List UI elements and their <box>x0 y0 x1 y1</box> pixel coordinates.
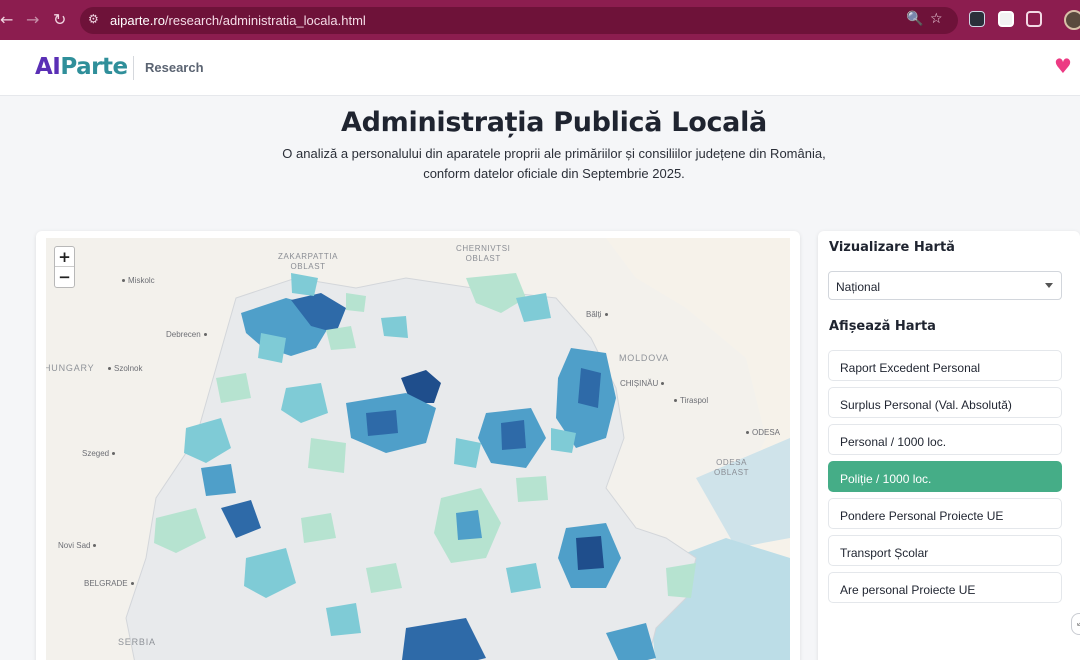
map-label: MOLDOVA <box>619 353 669 363</box>
chevron-down-icon <box>1045 283 1053 288</box>
map-label: ODESA <box>746 428 780 438</box>
map-label: Debrecen <box>166 330 207 340</box>
page-subtitle: O analiză a personalului din aparatele p… <box>282 146 826 181</box>
zoom-out-button[interactable]: − <box>55 267 74 287</box>
header-divider <box>133 56 134 80</box>
map-label: Tiraspol <box>674 396 708 406</box>
profile-avatar[interactable] <box>1064 10 1080 30</box>
viz-select[interactable]: Național <box>828 271 1062 300</box>
viz-heading: Vizualizare Hartă <box>829 240 955 255</box>
map-option-raport-excedent[interactable]: Raport Excedent Personal <box>828 350 1062 381</box>
forward-icon[interactable]: → <box>26 10 39 30</box>
map-label: CHERNIVTSI OBLAST <box>456 244 511 263</box>
map-label: CHIȘINĂU <box>620 379 664 389</box>
map-label: Bălți <box>586 310 608 320</box>
map-canvas <box>46 238 790 660</box>
reload-icon[interactable]: ↻ <box>53 10 66 30</box>
back-icon[interactable]: ← <box>0 10 13 30</box>
map-label: ODESA OBLAST <box>714 458 750 477</box>
bookmark-star-icon[interactable]: ☆ <box>930 11 943 27</box>
zoom-in-button[interactable]: + <box>55 247 74 267</box>
site-settings-icon[interactable]: ⚙ <box>88 12 99 26</box>
zoom-icon[interactable]: 🔍 <box>906 11 923 27</box>
map-label: HUNGARY <box>46 363 95 373</box>
extension-icon[interactable] <box>998 11 1014 27</box>
show-map-heading: Afișează Harta <box>829 319 936 334</box>
choropleth-map[interactable]: + − ZAKARPATTIA OBLAST CHERNIVTSI OBLAST… <box>46 238 790 660</box>
map-option-transport-scolar[interactable]: Transport Școlar <box>828 535 1062 566</box>
map-label: Miskolc <box>122 276 155 286</box>
browser-toolbar: ← → ↻ ⚙ aiparte.ro/research/administrati… <box>0 0 1080 40</box>
map-option-surplus-personal[interactable]: Surplus Personal (Val. Absolută) <box>828 387 1062 418</box>
url-host: aiparte.ro <box>110 13 165 28</box>
scroll-handle[interactable]: ↙ <box>1071 613 1080 635</box>
map-option-personal-1000[interactable]: Personal / 1000 loc. <box>828 424 1062 455</box>
map-option-politie-1000[interactable]: Poliție / 1000 loc. <box>828 461 1062 492</box>
heart-icon[interactable]: ♥ <box>1054 54 1072 78</box>
site-header: AIParte Research ♥ <box>0 40 1080 96</box>
research-link[interactable]: Research <box>145 60 204 75</box>
map-label: Szolnok <box>108 364 142 374</box>
map-label: SERBIA <box>118 637 156 647</box>
zoom-control: + − <box>54 246 75 288</box>
url-path: /research/administratia_locala.html <box>164 13 366 28</box>
map-label: ZAKARPATTIA OBLAST <box>278 252 339 271</box>
address-bar[interactable]: ⚙ aiparte.ro/research/administratia_loca… <box>80 7 958 34</box>
extension-icon[interactable] <box>969 11 985 27</box>
extensions-puzzle-icon[interactable] <box>1026 11 1042 27</box>
map-label: Szeged <box>82 449 115 459</box>
viz-select-value: Național <box>836 280 881 294</box>
url-text[interactable]: aiparte.ro/research/administratia_locala… <box>110 13 366 28</box>
map-label: Novi Sad <box>58 541 96 551</box>
map-label: BELGRADE <box>84 579 134 589</box>
map-option-pondere-ue[interactable]: Pondere Personal Proiecte UE <box>828 498 1062 529</box>
map-option-are-personal-ue[interactable]: Are personal Proiecte UE <box>828 572 1062 603</box>
page-title: Administrația Publică Locală <box>341 107 767 138</box>
site-logo[interactable]: AIParte <box>35 54 128 80</box>
